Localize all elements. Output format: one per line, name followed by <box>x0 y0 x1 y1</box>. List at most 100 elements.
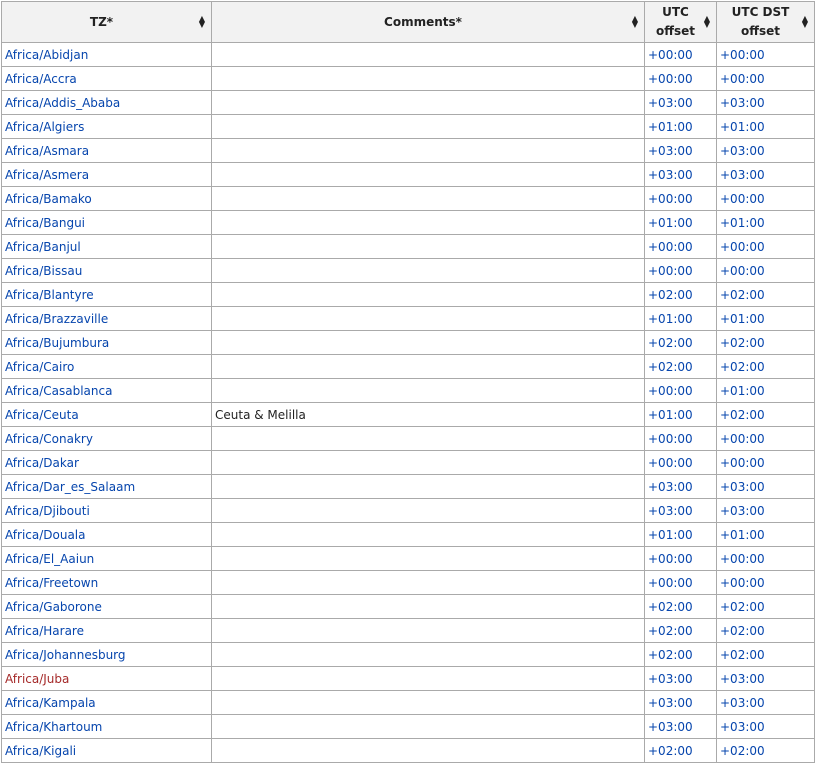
table-row: Africa/Johannesburg +02:00 +02:00 <box>1 642 815 667</box>
utc-dst-offset-cell: +00:00 <box>716 258 815 283</box>
tz-cell: Africa/Freetown <box>1 570 212 595</box>
utc-offset-cell: +02:00 <box>644 330 717 355</box>
table-row: Africa/Accra +00:00 +00:00 <box>1 66 815 91</box>
tz-link[interactable]: Africa/Ceuta <box>5 408 79 422</box>
comment-cell <box>211 738 645 763</box>
comment-cell <box>211 426 645 451</box>
comment-cell <box>211 474 645 499</box>
table-row: Africa/Harare +02:00 +02:00 <box>1 618 815 643</box>
tz-link[interactable]: Africa/Asmera <box>5 168 89 182</box>
tz-link[interactable]: Africa/Djibouti <box>5 504 90 518</box>
tz-link[interactable]: Africa/Bangui <box>5 216 85 230</box>
tz-link[interactable]: Africa/Freetown <box>5 576 98 590</box>
comment-cell: Ceuta & Melilla <box>211 402 645 427</box>
tz-link[interactable]: Africa/Johannesburg <box>5 648 126 662</box>
tz-link[interactable]: Africa/Accra <box>5 72 77 86</box>
tz-link[interactable]: Africa/Casablanca <box>5 384 112 398</box>
table-row: Africa/Kampala +03:00 +03:00 <box>1 690 815 715</box>
table-row: Africa/Addis_Ababa +03:00 +03:00 <box>1 90 815 115</box>
tz-cell: Africa/Casablanca <box>1 378 212 403</box>
utc-offset-cell: +01:00 <box>644 522 717 547</box>
utc-offset-cell: +02:00 <box>644 282 717 307</box>
sort-icon[interactable]: ▲ ▼ <box>198 15 206 29</box>
comment-cell <box>211 114 645 139</box>
table-row: Africa/Khartoum +03:00 +03:00 <box>1 714 815 739</box>
timezone-table: TZ* ▲ ▼ Comments* ▲ ▼ UTC offset ▲ ▼ UTC DS… <box>1 1 815 763</box>
comment-cell <box>211 66 645 91</box>
sort-icon[interactable]: ▲ ▼ <box>631 15 639 29</box>
tz-link[interactable]: Africa/Bissau <box>5 264 82 278</box>
utc-dst-offset-cell: +01:00 <box>716 306 815 331</box>
tz-link[interactable]: Africa/Kampala <box>5 696 96 710</box>
comment-cell <box>211 378 645 403</box>
tz-link[interactable]: Africa/Kigali <box>5 744 76 758</box>
tz-cell: Africa/Addis_Ababa <box>1 90 212 115</box>
column-header-utc-dst-offset[interactable]: UTC DST offset ▲ ▼ <box>716 1 815 43</box>
sort-icon[interactable]: ▲ ▼ <box>801 15 809 29</box>
tz-cell: Africa/Blantyre <box>1 282 212 307</box>
column-header-tz[interactable]: TZ* ▲ ▼ <box>1 1 212 43</box>
comment-cell <box>211 42 645 67</box>
tz-link[interactable]: Africa/Banjul <box>5 240 81 254</box>
tz-link[interactable]: Africa/Conakry <box>5 432 93 446</box>
tz-link[interactable]: Africa/Khartoum <box>5 720 102 734</box>
tz-link[interactable]: Africa/Juba <box>5 672 69 686</box>
comment-cell <box>211 642 645 667</box>
tz-cell: Africa/Bissau <box>1 258 212 283</box>
utc-offset-cell: +03:00 <box>644 162 717 187</box>
table-row: Africa/Asmera +03:00 +03:00 <box>1 162 815 187</box>
comment-cell <box>211 546 645 571</box>
utc-offset-cell: +00:00 <box>644 66 717 91</box>
tz-cell: Africa/Accra <box>1 66 212 91</box>
tz-cell: Africa/Khartoum <box>1 714 212 739</box>
table-row: Africa/Freetown +00:00 +00:00 <box>1 570 815 595</box>
tz-link[interactable]: Africa/Dakar <box>5 456 79 470</box>
tz-link[interactable]: Africa/Asmara <box>5 144 89 158</box>
utc-dst-offset-cell: +03:00 <box>716 90 815 115</box>
tz-link[interactable]: Africa/Addis_Ababa <box>5 96 120 110</box>
utc-dst-offset-cell: +03:00 <box>716 162 815 187</box>
utc-offset-cell: +03:00 <box>644 138 717 163</box>
utc-dst-offset-cell: +01:00 <box>716 114 815 139</box>
utc-offset-cell: +03:00 <box>644 90 717 115</box>
utc-dst-offset-cell: +02:00 <box>716 330 815 355</box>
table-row: Africa/Dar_es_Salaam +03:00 +03:00 <box>1 474 815 499</box>
table-row: Africa/Conakry +00:00 +00:00 <box>1 426 815 451</box>
tz-link[interactable]: Africa/Harare <box>5 624 84 638</box>
tz-cell: Africa/Banjul <box>1 234 212 259</box>
column-header-utc-offset[interactable]: UTC offset ▲ ▼ <box>644 1 717 43</box>
tz-link[interactable]: Africa/Bujumbura <box>5 336 109 350</box>
tz-link[interactable]: Africa/Algiers <box>5 120 84 134</box>
column-header-label: UTC DST offset <box>731 5 790 38</box>
utc-dst-offset-cell: +01:00 <box>716 522 815 547</box>
utc-dst-offset-cell: +02:00 <box>716 402 815 427</box>
utc-offset-cell: +02:00 <box>644 354 717 379</box>
utc-dst-offset-cell: +00:00 <box>716 186 815 211</box>
comment-cell <box>211 330 645 355</box>
tz-cell: Africa/Kampala <box>1 690 212 715</box>
tz-link[interactable]: Africa/Douala <box>5 528 86 542</box>
table-row: Africa/Juba +03:00 +03:00 <box>1 666 815 691</box>
tz-link[interactable]: Africa/Bamako <box>5 192 92 206</box>
table-row: Africa/Asmara +03:00 +03:00 <box>1 138 815 163</box>
tz-link[interactable]: Africa/Dar_es_Salaam <box>5 480 135 494</box>
table-row: Africa/Ceuta Ceuta & Melilla +01:00 +02:00 <box>1 402 815 427</box>
tz-link[interactable]: Africa/El_Aaiun <box>5 552 94 566</box>
utc-offset-cell: +00:00 <box>644 186 717 211</box>
comment-cell <box>211 90 645 115</box>
tz-link[interactable]: Africa/Abidjan <box>5 48 88 62</box>
sort-icon[interactable]: ▲ ▼ <box>703 15 711 29</box>
utc-offset-cell: +00:00 <box>644 450 717 475</box>
tz-cell: Africa/Brazzaville <box>1 306 212 331</box>
tz-link[interactable]: Africa/Gaborone <box>5 600 102 614</box>
tz-link[interactable]: Africa/Blantyre <box>5 288 94 302</box>
column-header-comments[interactable]: Comments* ▲ ▼ <box>211 1 645 43</box>
tz-link[interactable]: Africa/Cairo <box>5 360 74 374</box>
comment-cell <box>211 210 645 235</box>
utc-dst-offset-cell: +01:00 <box>716 210 815 235</box>
utc-offset-cell: +02:00 <box>644 642 717 667</box>
table-row: Africa/Bujumbura +02:00 +02:00 <box>1 330 815 355</box>
tz-cell: Africa/Juba <box>1 666 212 691</box>
tz-link[interactable]: Africa/Brazzaville <box>5 312 108 326</box>
comment-cell <box>211 594 645 619</box>
